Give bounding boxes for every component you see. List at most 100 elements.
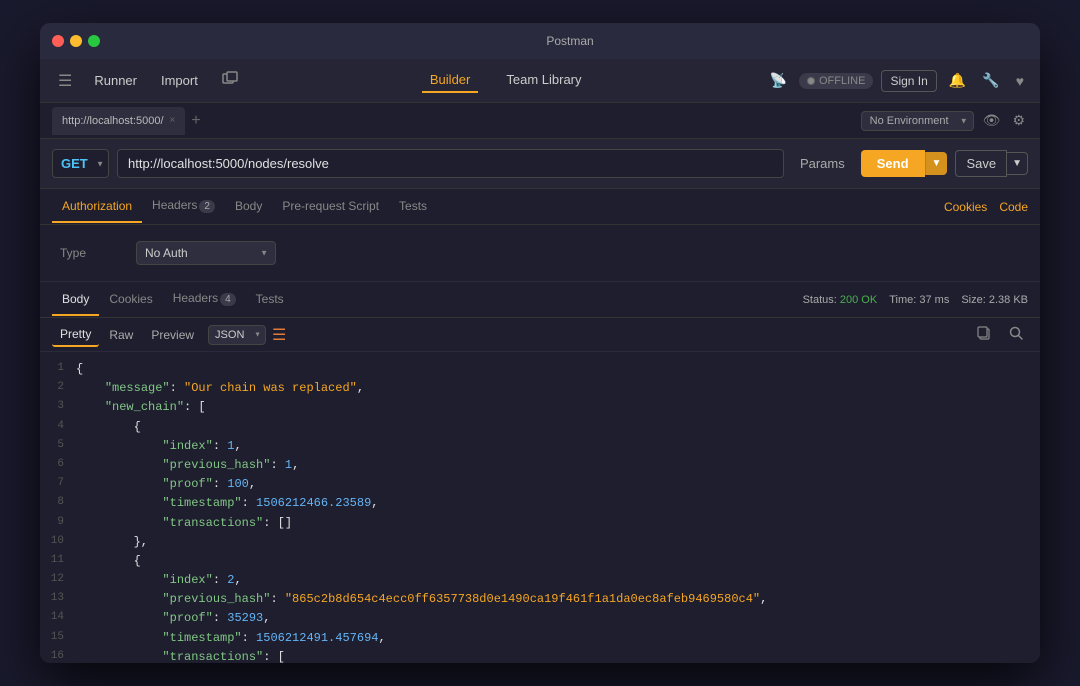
tab-close-button[interactable]: ×: [170, 115, 176, 126]
resp-tab-headers[interactable]: Headers4: [163, 283, 246, 316]
line-content: "index": 2,: [76, 571, 242, 590]
format-actions: [972, 323, 1028, 346]
satellite-icon[interactable]: 📡: [766, 68, 791, 93]
env-gear-icon[interactable]: ⚙: [1009, 109, 1028, 132]
format-icon[interactable]: ☰: [272, 325, 286, 345]
json-line: 16 "transactions": [: [40, 648, 1040, 663]
heart-icon[interactable]: ♥: [1012, 69, 1028, 93]
builder-tab[interactable]: Builder: [422, 68, 478, 93]
tab-pre-request[interactable]: Pre-request Script: [272, 191, 389, 223]
resp-tab-tests[interactable]: Tests: [246, 284, 294, 316]
status-value: 200 OK: [840, 294, 877, 306]
search-button[interactable]: [1004, 323, 1028, 346]
send-dropdown-button[interactable]: ▼: [925, 152, 948, 175]
raw-button[interactable]: Raw: [101, 324, 141, 346]
tab-body[interactable]: Body: [225, 191, 272, 223]
format-select[interactable]: JSON: [208, 325, 266, 345]
json-line: 2 "message": "Our chain was replaced",: [40, 379, 1040, 398]
search-icon: [1008, 325, 1024, 341]
line-content: "transactions": []: [76, 514, 292, 533]
save-button-wrap: Save ▼: [955, 150, 1028, 177]
line-content: "transactions": [: [76, 648, 285, 663]
json-line: 10 },: [40, 533, 1040, 552]
offline-label: OFFLINE: [819, 75, 865, 87]
tab-label: http://localhost:5000/: [62, 115, 164, 127]
app-window: Postman ☰ Runner Import Builder Team Lib…: [40, 23, 1040, 663]
line-content: {: [76, 360, 83, 379]
line-number: 12: [40, 571, 76, 590]
team-library-tab[interactable]: Team Library: [498, 68, 589, 93]
line-content: "new_chain": [: [76, 398, 206, 417]
json-line: 13 "previous_hash": "865c2b8d654c4ecc0ff…: [40, 590, 1040, 609]
json-line: 11 {: [40, 552, 1040, 571]
toolbar-center: Builder Team Library: [254, 68, 758, 93]
tab-tests[interactable]: Tests: [389, 191, 437, 223]
wrench-icon[interactable]: 🔧: [978, 68, 1003, 93]
auth-type-select[interactable]: No Auth: [136, 241, 276, 265]
tab-bar: http://localhost:5000/ × + No Environmen…: [40, 103, 1040, 139]
line-number: 8: [40, 494, 76, 513]
copy-icon: [976, 325, 992, 341]
method-select[interactable]: GET: [52, 149, 109, 178]
line-number: 11: [40, 552, 76, 571]
json-line: 9 "transactions": []: [40, 514, 1040, 533]
json-line: 14 "proof": 35293,: [40, 609, 1040, 628]
env-eye-icon[interactable]: 👁: [980, 109, 1004, 132]
offline-badge: OFFLINE: [799, 73, 873, 89]
code-link[interactable]: Code: [999, 200, 1028, 214]
response-status: Status: 200 OK Time: 37 ms Size: 2.38 KB: [803, 294, 1028, 306]
save-button[interactable]: Save: [955, 150, 1007, 177]
time-value: 37 ms: [919, 294, 949, 306]
new-window-button[interactable]: [214, 67, 246, 94]
new-tab-button[interactable]: +: [191, 112, 200, 130]
json-viewer[interactable]: 1{2 "message": "Our chain was replaced",…: [40, 352, 1040, 663]
url-input[interactable]: [117, 149, 784, 178]
params-button[interactable]: Params: [792, 150, 853, 177]
pretty-button[interactable]: Pretty: [52, 323, 99, 347]
request-bar: GET Params Send ▼ Save ▼: [40, 139, 1040, 189]
line-content: "index": 1,: [76, 437, 242, 456]
method-selector-wrap: GET: [52, 149, 109, 178]
line-content: "previous_hash": "865c2b8d654c4ecc0ff635…: [76, 590, 767, 609]
resp-tab-body[interactable]: Body: [52, 284, 99, 316]
tab-headers[interactable]: Headers2: [142, 190, 225, 223]
sidebar-toggle-icon[interactable]: ☰: [52, 67, 78, 95]
resp-tab-cookies[interactable]: Cookies: [99, 284, 162, 316]
environment-selector: No Environment 👁 ⚙: [861, 109, 1028, 132]
auth-row: Type No Auth: [60, 241, 1020, 265]
cookies-link[interactable]: Cookies: [944, 200, 987, 214]
sign-in-button[interactable]: Sign In: [881, 70, 936, 92]
line-number: 15: [40, 629, 76, 648]
preview-button[interactable]: Preview: [143, 324, 202, 346]
line-number: 5: [40, 437, 76, 456]
format-select-wrap: JSON: [208, 325, 266, 345]
bell-icon[interactable]: 🔔: [945, 68, 970, 93]
response-section: Body Cookies Headers4 Tests Status: 200 …: [40, 282, 1040, 663]
offline-dot: [807, 77, 815, 85]
import-button[interactable]: Import: [153, 69, 206, 92]
runner-button[interactable]: Runner: [86, 69, 145, 92]
line-content: "proof": 35293,: [76, 609, 270, 628]
line-number: 2: [40, 379, 76, 398]
env-dropdown[interactable]: No Environment: [861, 111, 974, 131]
status-label: Status: 200 OK: [803, 294, 878, 306]
json-line: 15 "timestamp": 1506212491.457694,: [40, 629, 1040, 648]
line-number: 14: [40, 609, 76, 628]
minimize-button[interactable]: [70, 35, 82, 47]
new-window-icon: [222, 71, 238, 87]
save-dropdown-button[interactable]: ▼: [1007, 152, 1028, 175]
line-content: {: [76, 552, 141, 571]
request-tab[interactable]: http://localhost:5000/ ×: [52, 107, 185, 135]
json-line: 5 "index": 1,: [40, 437, 1040, 456]
tab-authorization[interactable]: Authorization: [52, 191, 142, 223]
close-button[interactable]: [52, 35, 64, 47]
line-number: 13: [40, 590, 76, 609]
line-number: 10: [40, 533, 76, 552]
maximize-button[interactable]: [88, 35, 100, 47]
send-button[interactable]: Send: [861, 150, 925, 177]
copy-button[interactable]: [972, 323, 996, 346]
title-bar: Postman: [40, 23, 1040, 59]
time-label: Time: 37 ms: [889, 294, 949, 306]
line-number: 9: [40, 514, 76, 533]
line-number: 1: [40, 360, 76, 379]
